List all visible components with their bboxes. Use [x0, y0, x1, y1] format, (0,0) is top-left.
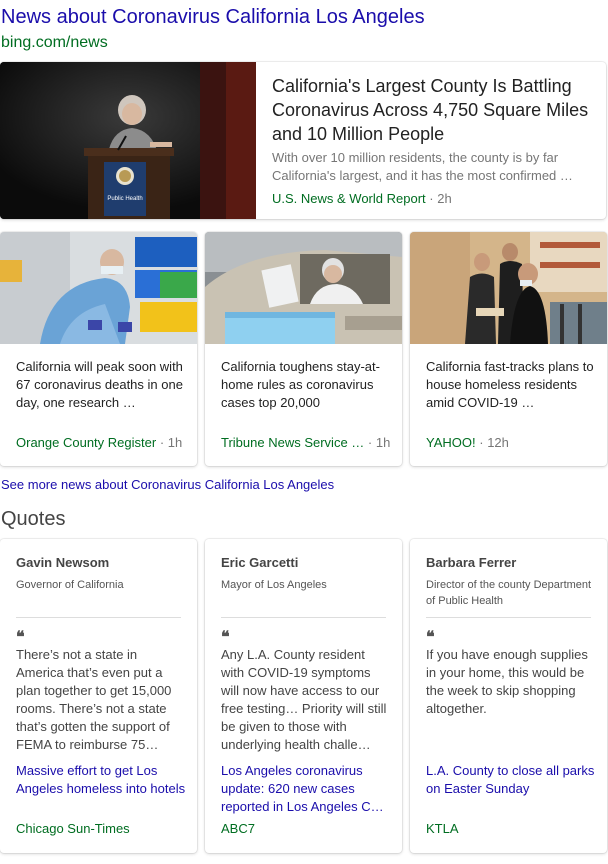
healthcare-worker-photo: [0, 232, 197, 344]
drive-through-test-photo: [205, 232, 402, 344]
meta-separator: ·: [479, 435, 484, 450]
news-card-title[interactable]: California toughens stay-at-home rules a…: [221, 358, 389, 412]
results-url: bing.com/news: [1, 34, 108, 51]
news-card[interactable]: California fast-tracks plans to house ho…: [410, 232, 607, 466]
quote-divider: [426, 617, 591, 618]
quote-text: There’s not a state in America that’s ev…: [16, 647, 172, 752]
news-card-image[interactable]: [0, 232, 197, 344]
news-card-source: Orange County Register: [16, 435, 157, 450]
see-more-news-link[interactable]: See more news about Coronavirus Californ…: [1, 476, 334, 494]
top-story-card[interactable]: Public Health California's Largest Count…: [0, 62, 606, 219]
news-card-title[interactable]: California fast-tracks plans to house ho…: [426, 358, 594, 412]
quote-person-role: Governor of California: [16, 579, 124, 591]
news-card-title[interactable]: California will peak soon with 67 corona…: [16, 358, 184, 412]
quote-source: Chicago Sun-Times: [16, 821, 130, 836]
quote-person-name: Eric Garcetti: [221, 555, 299, 570]
news-card-time: 12h: [487, 435, 509, 450]
podium-label: Public Health: [107, 196, 142, 202]
quote-article-link[interactable]: Massive effort to get Los Angeles homele…: [16, 762, 186, 798]
news-card-meta: Tribune News Service … · 1h: [221, 434, 393, 452]
quote-card[interactable]: Eric Garcetti Mayor of Los Angeles ❝ Any…: [205, 539, 402, 853]
meta-separator: ·: [367, 435, 373, 450]
meta-separator: ·: [159, 435, 165, 450]
quotes-heading: Quotes: [1, 508, 66, 530]
top-story-headline[interactable]: California's Largest County Is Battling …: [272, 74, 598, 146]
news-card-image[interactable]: [410, 232, 607, 344]
news-card[interactable]: California toughens stay-at-home rules a…: [205, 232, 402, 466]
top-story-time: 2h: [437, 191, 452, 206]
news-card-meta: Orange County Register · 1h: [16, 434, 188, 452]
quote-person-name: Barbara Ferrer: [426, 555, 517, 570]
news-card-time: 1h: [167, 435, 183, 450]
quote-source: KTLA: [426, 821, 459, 836]
news-card-time: 1h: [375, 435, 391, 450]
results-title-link[interactable]: News about Coronavirus California Los An…: [1, 5, 425, 29]
quote-mark-icon: ❝: [16, 629, 25, 646]
quote-person-role: Mayor of Los Angeles: [221, 579, 327, 591]
quote-person-role: Director of the county Department of Pub…: [426, 579, 592, 607]
quote-card[interactable]: Gavin Newsom Governor of California ❝ Th…: [0, 539, 197, 853]
news-card-source: Tribune News Service …: [221, 435, 365, 450]
top-story-snippet: With over 10 million residents, the coun…: [272, 150, 573, 183]
homeless-housing-photo: [410, 232, 607, 344]
news-card[interactable]: California will peak soon with 67 corona…: [0, 232, 197, 466]
news-card-meta: YAHOO! · 12h: [426, 434, 598, 452]
meta-separator: ·: [429, 191, 434, 206]
quote-card[interactable]: Barbara Ferrer Director of the county De…: [410, 539, 607, 853]
top-story-meta: U.S. News & World Report · 2h: [272, 190, 452, 208]
quote-mark-icon: ❝: [426, 629, 435, 646]
news-card-source: YAHOO!: [426, 435, 476, 450]
quote-article-link[interactable]: Los Angeles coronavirus update: 620 new …: [221, 762, 391, 816]
quote-article-link[interactable]: L.A. County to close all parks on Easter…: [426, 762, 596, 798]
quote-text: Any L.A. County resident with COVID-19 s…: [221, 647, 387, 752]
top-story-source: U.S. News & World Report: [272, 191, 426, 206]
quote-source: ABC7: [221, 821, 255, 836]
quote-person-name: Gavin Newsom: [16, 555, 110, 570]
quote-divider: [16, 617, 181, 618]
press-conference-photo: Public Health: [0, 62, 256, 219]
quote-divider: [221, 617, 386, 618]
quote-mark-icon: ❝: [221, 629, 230, 646]
news-card-image[interactable]: [205, 232, 402, 344]
quote-text: If you have enough supplies in your home…: [426, 647, 588, 716]
top-story-image[interactable]: Public Health: [0, 62, 256, 219]
